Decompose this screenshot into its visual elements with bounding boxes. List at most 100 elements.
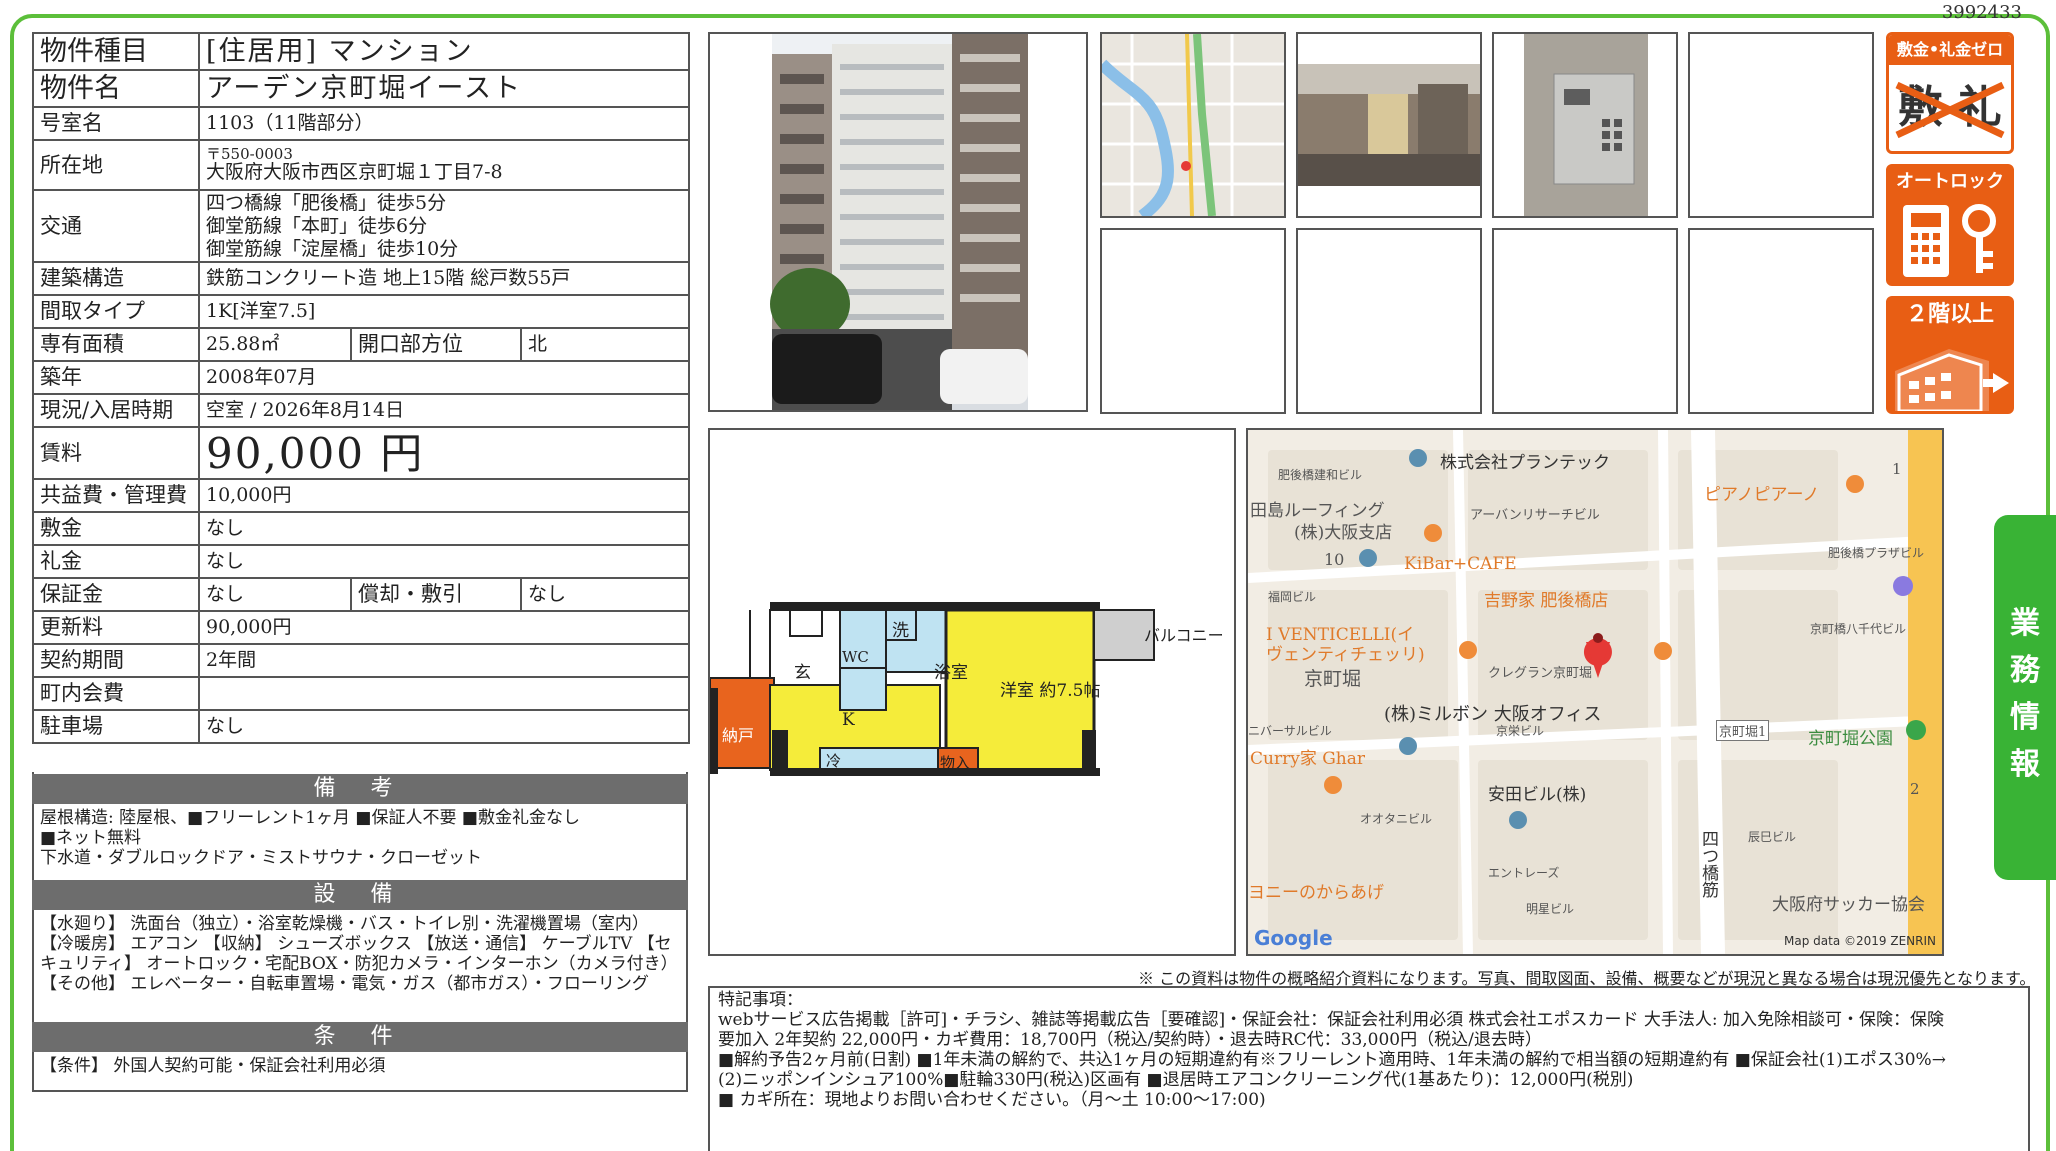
map-label: アーバンリサーチビル <box>1470 508 1600 523</box>
rent-label: 賃料 <box>32 426 200 480</box>
room-value: 1103（11階部分） <box>197 106 691 141</box>
closet-label: 物入 <box>940 754 971 772</box>
building-photo <box>708 32 1088 412</box>
western-room-label: 洋室 約7.5帖 <box>1000 681 1101 701</box>
map-label: 福岡ビル <box>1268 590 1317 604</box>
floor-plan: 玄 WC 洗 浴室 洋室 約7.5帖 バルコニー K 冷 納戸 物入 <box>708 428 1236 956</box>
transit-label: 交通 <box>32 189 200 263</box>
remarks-line: (2)ニッポンインシュア100%■駐輪330円(税込)区画有 ■退居時エアコンク… <box>718 1070 1634 1090</box>
deposit-label: 敷金 <box>32 511 200 546</box>
second-floor-badge: ２階以上 <box>1886 296 2014 414</box>
transit-line: 御堂筋線「淀屋橋」徒歩10分 <box>206 237 459 260</box>
google-logo: Google <box>1254 926 1333 950</box>
badge-title: 敷金•礼金ゼロ <box>1889 35 2011 65</box>
map-label: ヨニーのからあげ <box>1248 883 1384 903</box>
area-label: 専有面積 <box>32 327 200 362</box>
map-label: KiBar+CAFE <box>1404 554 1517 574</box>
direction-value: 北 <box>519 327 691 362</box>
biko-line: ■ネット無料 <box>40 828 142 848</box>
remarks-line: ■ カギ所在：現地よりお問い合わせください。（月〜土 10:00〜17:00) <box>718 1090 1266 1110</box>
empty-photo-slot <box>1492 228 1678 414</box>
map-label: 京町堀公園 <box>1808 729 1893 749</box>
remarks-title: 特記事項： <box>718 990 803 1010</box>
built-value: 2008年07月 <box>197 360 691 395</box>
guarantee-label: 保証金 <box>32 577 200 612</box>
town-fee-value <box>197 676 691 711</box>
postal-code: 〒550-0003 <box>206 145 293 163</box>
map-attribution: Map data ©2019 ZENRIN <box>1784 934 1936 948</box>
intercom-photo <box>1492 32 1678 218</box>
map-label: (株)ミルボン 大阪オフィス <box>1384 704 1602 725</box>
map-label: 肥後橋プラザビル <box>1828 546 1925 560</box>
autolock-badge: オートロック <box>1886 164 2014 286</box>
map-label: クレグラン京町堀 <box>1488 666 1593 681</box>
contract-label: 契約期間 <box>32 643 200 678</box>
document-id: 3992433 <box>1941 2 2022 23</box>
map-label: 明星ビル <box>1526 902 1575 916</box>
map-label: ピアノピアーノ <box>1704 485 1820 505</box>
built-label: 築年 <box>32 360 200 395</box>
bathroom-label: 浴室 <box>934 663 968 683</box>
lock-key-icon <box>1903 204 1996 277</box>
name-label: 物件名 <box>32 69 200 108</box>
area-value: 25.88㎡ <box>198 327 352 362</box>
room-label: 号室名 <box>32 106 200 141</box>
map-label: エントレーズ <box>1488 866 1560 880</box>
map-label: 大阪府サッカー協会 <box>1772 895 1925 915</box>
map-label: 辰巳ビル <box>1748 830 1797 844</box>
map-label: 2 <box>1910 780 1920 798</box>
biko-header: 備 考 <box>32 774 688 804</box>
biko-line: 屋根構造: 陸屋根、■フリーレント1ヶ月 ■保証人不要 ■敷金礼金なし <box>40 808 580 828</box>
remarks-line: 要加入 2年契約 22,000円・カギ費用：18,700円（税込/契約時）・退去… <box>718 1030 1542 1050</box>
empty-photo-slot <box>1100 228 1286 414</box>
map-label: 京町堀1 <box>1716 720 1770 741</box>
empty-photo-slot <box>1688 32 1874 218</box>
map-label: 1 <box>1892 460 1902 478</box>
setsubi-content: 【水廻り】 洗面台（独立）・浴室乾燥機・バス・トイレ別・洗濯機置場（室内） 【冷… <box>40 914 678 994</box>
transit-line: 御堂筋線「本町」徒歩6分 <box>206 214 428 237</box>
map-label: 株式会社プランテック <box>1440 453 1610 473</box>
map-label: 吉野家 肥後橋店 <box>1484 591 1609 611</box>
property-sheet: 3992433 物件種目 [住居用] マンション 物件名 アーデン京町堀イースト 号… <box>0 0 2056 1151</box>
rent-value: 90,000 円 <box>197 426 691 480</box>
map-label: 京町堀 <box>1304 668 1362 690</box>
layout-value: 1K[洋室7.5] <box>197 294 691 329</box>
deposit-value: なし <box>197 511 691 546</box>
map-label: (株)大阪支店 <box>1294 523 1393 543</box>
map-label: 10 <box>1324 550 1345 569</box>
entrance-photo <box>1296 32 1482 218</box>
side-tab-label: 業務情報 <box>2010 606 2040 782</box>
map-label: ニバーサルビル <box>1248 724 1332 738</box>
storage-label: 納戸 <box>722 726 755 745</box>
renewal-value: 90,000円 <box>197 610 691 645</box>
fee-label: 共益費・管理費 <box>32 478 200 513</box>
location-map: 株式会社プランテック 肥後橋建和ビル 田島ルーフィング (株)大阪支店 アーバン… <box>1246 428 1944 956</box>
structure-label: 建築構造 <box>32 261 200 296</box>
town-fee-label: 町内会費 <box>32 676 200 711</box>
map-label: 四つ橋筋 <box>1698 830 1718 898</box>
address-value: 大阪府大阪市西区京町堀１丁目7-8 <box>206 161 503 183</box>
amort-label: 償却・敷引 <box>350 577 522 612</box>
badge-title: ２階以上 <box>1905 302 1994 327</box>
empty-photo-slot <box>1296 228 1482 414</box>
setsubi-header: 設 備 <box>32 880 688 910</box>
remarks-line: ■解約予告2ヶ月前(日割) ■1年未満の解約で、共込1ヶ月の短期違約有※フリーレ… <box>718 1050 1946 1070</box>
map-label: 京栄ビル <box>1496 724 1545 738</box>
biko-content: 屋根構造: 陸屋根、■フリーレント1ヶ月 ■保証人不要 ■敷金礼金なし ■ネット… <box>32 806 688 876</box>
map-label: 肥後橋建和ビル <box>1278 468 1363 482</box>
remarks-line: webサービス広告掲載［許可]・チラシ、雑誌等掲載広告［要確認]・保証会社：保証… <box>718 1010 1945 1030</box>
layout-label: 間取タイプ <box>32 294 200 329</box>
direction-label: 開口部方位 <box>350 327 522 362</box>
contract-value: 2年間 <box>197 643 691 678</box>
structure-value: 鉄筋コンクリート造 地上15階 総戸数55戸 <box>197 261 691 296</box>
guarantee-value: なし <box>198 577 352 612</box>
map-label: Curry家 Ghar <box>1250 749 1366 769</box>
amort-value: なし <box>519 577 691 612</box>
business-info-tab[interactable]: 業務情報 <box>1994 515 2056 880</box>
special-remarks: 特記事項： webサービス広告掲載［許可]・チラシ、雑誌等掲載広告［要確認]・保… <box>708 986 2030 1151</box>
type-value: [住居用] マンション <box>197 32 691 71</box>
cross-icon <box>1895 81 2005 139</box>
badge-title: オートロック <box>1896 171 2004 192</box>
kitchen-label: K <box>842 710 855 730</box>
transit-line: 四つ橋線「肥後橋」徒歩5分 <box>206 191 447 214</box>
